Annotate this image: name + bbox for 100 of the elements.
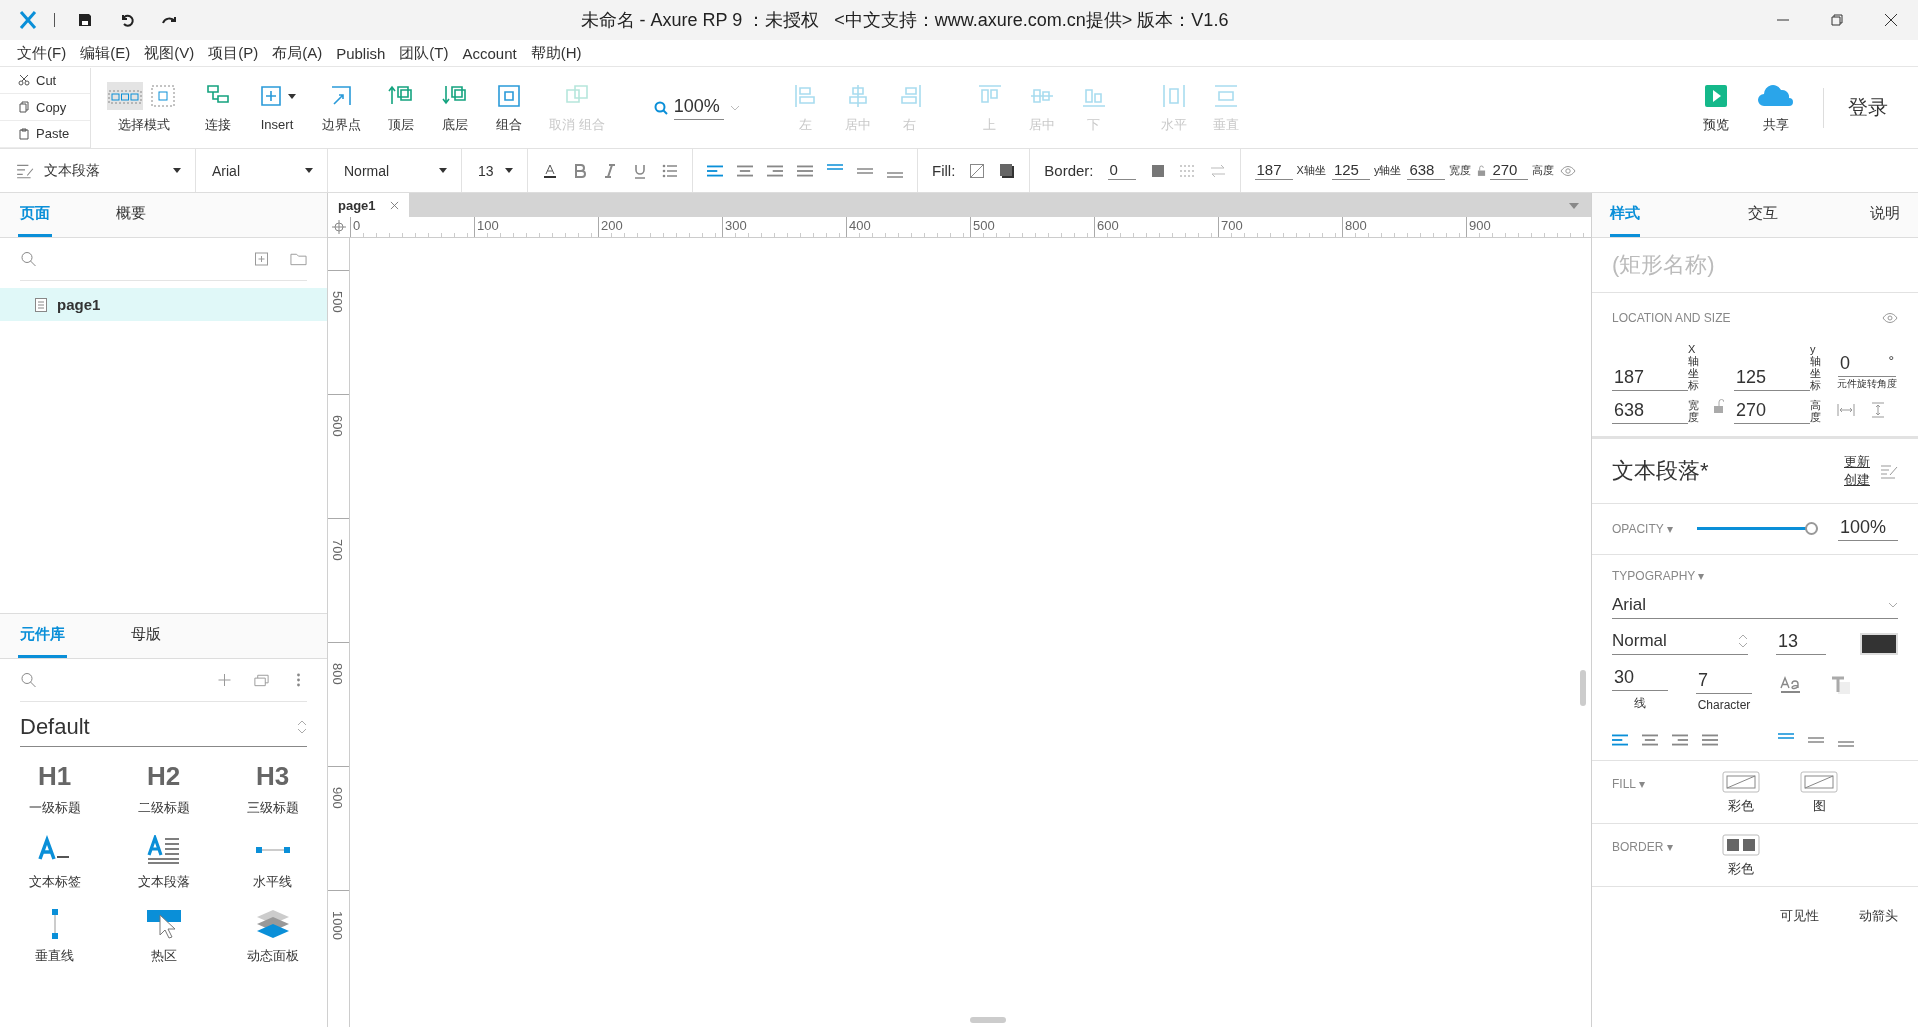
fill-option[interactable]: 图 (1800, 770, 1838, 815)
height-field[interactable]: 270 (1734, 399, 1810, 424)
line-spacing-field[interactable]: 30 (1612, 666, 1668, 691)
widget-item[interactable]: H1 一级标题 (0, 761, 109, 817)
font-size-dropdown[interactable]: 13 (462, 149, 528, 192)
panel-tab[interactable]: 母版 (131, 614, 161, 658)
toolbar-button[interactable]: 预览 (1689, 81, 1743, 134)
width-field[interactable]: 638 (1612, 399, 1688, 424)
unlocked-padlock-icon[interactable] (1714, 399, 1724, 414)
eye-icon[interactable] (1882, 312, 1898, 324)
fill-swatch-icon[interactable] (999, 162, 1016, 179)
opacity-field[interactable]: 100% (1838, 516, 1898, 541)
toolbar-button[interactable]: 底层 (428, 81, 482, 134)
widget-item[interactable]: 垂直线 (0, 909, 109, 965)
widget-item[interactable]: H3 三级标题 (218, 761, 327, 817)
widget-item[interactable]: 水平线 (218, 835, 327, 891)
update-link[interactable]: 更新 (1844, 452, 1870, 471)
folder-icon[interactable] (290, 251, 307, 267)
font-weight-dropdown[interactable]: Normal (1612, 630, 1748, 655)
toolbar-button[interactable]: 连接 (191, 81, 245, 134)
multi-select-icon[interactable] (107, 81, 143, 110)
rotation-field[interactable]: 0 ° (1838, 353, 1896, 378)
widget-item[interactable]: H2 二级标题 (109, 761, 218, 817)
widget-item[interactable]: 动态面板 (218, 909, 327, 965)
x-field[interactable]: 187 (1612, 367, 1688, 392)
library-dropdown[interactable]: Default (20, 714, 307, 747)
no-fill-icon[interactable] (969, 162, 986, 179)
lock-icon[interactable] (1477, 165, 1487, 176)
plus-icon[interactable] (216, 672, 233, 688)
chevron-down-icon (729, 104, 740, 111)
border-width-field[interactable]: 0 (1107, 161, 1136, 180)
create-link[interactable]: 创建 (1844, 470, 1870, 489)
border-option[interactable]: 彩色 (1722, 833, 1760, 878)
menu-item[interactable]: Publish (329, 44, 393, 62)
y-field[interactable]: 125 (1331, 161, 1370, 180)
toolbar-button[interactable]: 共享 (1743, 81, 1809, 134)
zoom-field[interactable]: 100% (653, 95, 740, 120)
text-case-icon[interactable] (1780, 675, 1802, 694)
clipboard-button[interactable]: Cut (0, 67, 90, 95)
clipboard-button[interactable]: Paste (0, 120, 90, 148)
width-field[interactable]: 638 (1407, 161, 1446, 180)
menu-item[interactable]: 帮助(H) (523, 43, 589, 63)
option-label[interactable]: 动箭头 (1859, 906, 1898, 925)
font-dropdown[interactable]: Arial (196, 149, 328, 192)
page-item[interactable]: page1 (0, 288, 327, 321)
dropdown-triangle-icon[interactable] (1569, 203, 1579, 209)
menu-item[interactable]: 团队(T) (392, 43, 456, 63)
border-dash-icon[interactable] (1179, 162, 1196, 179)
toolbar-button[interactable]: 顶层 (374, 81, 428, 134)
crosshair-icon[interactable] (332, 220, 346, 234)
widget-item[interactable]: 文本标签 (0, 835, 109, 891)
fit-height-icon[interactable] (1869, 401, 1887, 418)
edit-style-icon[interactable] (1880, 462, 1898, 479)
height-field[interactable]: 270 (1490, 161, 1529, 180)
font-weight-dropdown[interactable]: Normal (328, 149, 462, 192)
y-field[interactable]: 125 (1734, 367, 1810, 392)
widget-item[interactable]: 文本段落 (109, 835, 218, 891)
bullet-list-icon[interactable] (662, 162, 678, 179)
font-dropdown[interactable]: Arial (1612, 594, 1898, 619)
page-tab[interactable]: page1 (328, 193, 409, 217)
inspector-tab[interactable]: 说明 (1870, 193, 1900, 237)
search-icon[interactable] (20, 251, 37, 267)
toolbar-button[interactable]: 组合 (482, 81, 536, 134)
font-size-field[interactable]: 13 (1776, 630, 1826, 655)
stacked-windows-icon[interactable] (253, 672, 270, 688)
menu-item[interactable]: 视图(V) (137, 43, 202, 63)
scrollbar-thumb[interactable] (970, 1017, 1006, 1023)
toolbar-button[interactable]: 边界点 (309, 81, 374, 134)
character-spacing-field[interactable]: 7 (1696, 669, 1752, 694)
login-button[interactable]: 登录 (1848, 94, 1888, 121)
menu-item[interactable]: 布局(A) (265, 43, 330, 63)
menu-item[interactable]: Account (455, 44, 524, 62)
scrollbar-thumb[interactable] (1580, 670, 1586, 706)
fit-width-icon[interactable] (1837, 401, 1855, 418)
style-dropdown[interactable]: 文本段落 (0, 149, 196, 192)
close-icon[interactable] (1884, 13, 1898, 27)
inspector-tab[interactable]: 交互 (1748, 193, 1778, 237)
menu-item[interactable]: 文件(F) (10, 43, 74, 63)
toolbar-button[interactable]: Insert (245, 83, 309, 132)
x-field[interactable]: 187 (1254, 161, 1293, 180)
text-color-swatch[interactable] (1860, 632, 1898, 655)
clipboard-button[interactable]: Copy (0, 94, 90, 121)
arrows-icon[interactable] (1209, 162, 1226, 179)
panel-tab[interactable]: 概要 (116, 193, 146, 237)
bold-icon[interactable] (572, 162, 588, 179)
menu-item[interactable]: 项目(P) (201, 43, 266, 63)
fill-option[interactable]: 彩色 (1722, 770, 1760, 815)
border-color-icon[interactable] (1149, 162, 1166, 179)
save-icon[interactable] (77, 12, 93, 28)
undo-icon[interactable] (119, 12, 135, 28)
underline-icon[interactable] (632, 162, 648, 179)
text-shadow-icon[interactable] (1830, 675, 1852, 694)
add-page-icon[interactable] (253, 251, 270, 267)
widget-item[interactable]: 热区 (109, 909, 218, 965)
italic-icon[interactable] (602, 162, 618, 179)
search-icon[interactable] (20, 672, 37, 688)
font-color-icon[interactable] (542, 162, 558, 179)
restore-icon[interactable] (1830, 13, 1844, 27)
option-label[interactable]: 可见性 (1780, 906, 1819, 925)
menu-item[interactable]: 编辑(E) (73, 43, 138, 63)
